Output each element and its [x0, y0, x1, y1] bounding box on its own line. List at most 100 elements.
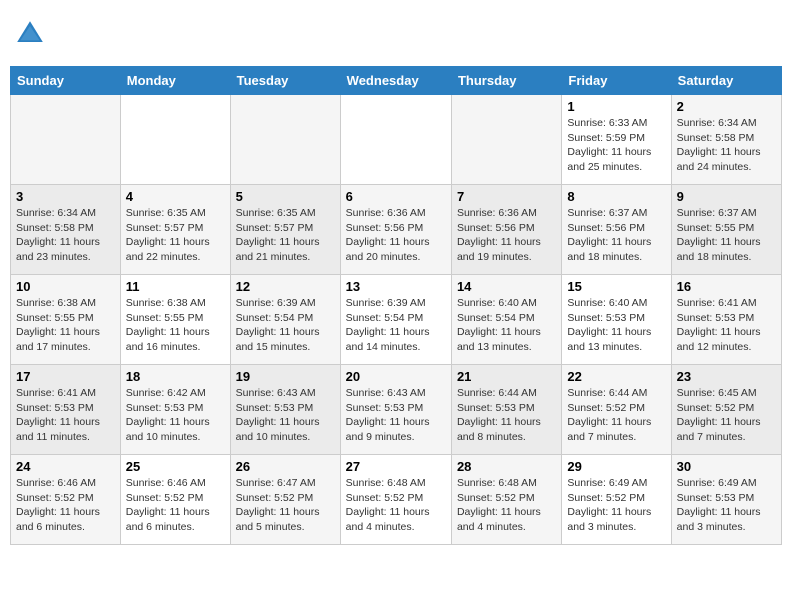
day-info: Sunrise: 6:44 AM Sunset: 5:52 PM Dayligh…: [567, 386, 665, 445]
day-info: Sunrise: 6:35 AM Sunset: 5:57 PM Dayligh…: [236, 206, 335, 265]
calendar-cell: 3 Sunrise: 6:34 AM Sunset: 5:58 PM Daylig…: [11, 185, 121, 275]
day-info: Sunrise: 6:48 AM Sunset: 5:52 PM Dayligh…: [346, 476, 446, 535]
header-tuesday: Tuesday: [230, 67, 340, 95]
day-number: 27: [346, 459, 446, 474]
day-number: 13: [346, 279, 446, 294]
calendar-cell: 21Sunrise: 6:44 AM Sunset: 5:53 PM Dayli…: [451, 365, 561, 455]
calendar-week-1: 1Sunrise: 6:33 AM Sunset: 5:59 PM Daylig…: [11, 95, 782, 185]
calendar-cell: 9 Sunrise: 6:37 AM Sunset: 5:55 PM Daylig…: [671, 185, 781, 275]
day-number: 30: [677, 459, 776, 474]
day-number: 11: [126, 279, 225, 294]
day-info: Sunrise: 6:37 AM Sunset: 5:56 PM Dayligh…: [567, 206, 665, 265]
day-info: Sunrise: 6:44 AM Sunset: 5:53 PM Dayligh…: [457, 386, 556, 445]
calendar-cell: 1Sunrise: 6:33 AM Sunset: 5:59 PM Daylig…: [562, 95, 671, 185]
day-number: 28: [457, 459, 556, 474]
day-number: 5: [236, 189, 335, 204]
calendar-cell: 5 Sunrise: 6:35 AM Sunset: 5:57 PM Daylig…: [230, 185, 340, 275]
calendar-cell: 23Sunrise: 6:45 AM Sunset: 5:52 PM Dayli…: [671, 365, 781, 455]
calendar-cell: 2Sunrise: 6:34 AM Sunset: 5:58 PM Daylig…: [671, 95, 781, 185]
calendar-cell: 8Sunrise: 6:37 AM Sunset: 5:56 PM Daylig…: [562, 185, 671, 275]
day-number: 14: [457, 279, 556, 294]
day-info: Sunrise: 6:39 AM Sunset: 5:54 PM Dayligh…: [346, 296, 446, 355]
day-number: 22: [567, 369, 665, 384]
calendar-cell: 18 Sunrise: 6:42 AM Sunset: 5:53 PM Dayli…: [120, 365, 230, 455]
day-number: 20: [346, 369, 446, 384]
calendar-cell: 22 Sunrise: 6:44 AM Sunset: 5:52 PM Dayli…: [562, 365, 671, 455]
calendar-cell: 12 Sunrise: 6:39 AM Sunset: 5:54 PM Dayli…: [230, 275, 340, 365]
day-number: 3: [16, 189, 115, 204]
calendar-cell: 13 Sunrise: 6:39 AM Sunset: 5:54 PM Dayli…: [340, 275, 451, 365]
header-row: Sunday Monday Tuesday Wednesday Thursday…: [11, 67, 782, 95]
day-number: 4: [126, 189, 225, 204]
day-number: 12: [236, 279, 335, 294]
calendar-cell: 17 Sunrise: 6:41 AM Sunset: 5:53 PM Dayli…: [11, 365, 121, 455]
day-number: 24: [16, 459, 115, 474]
calendar-cell: 20Sunrise: 6:43 AM Sunset: 5:53 PM Dayli…: [340, 365, 451, 455]
day-info: Sunrise: 6:36 AM Sunset: 5:56 PM Dayligh…: [346, 206, 446, 265]
calendar-cell: 15 Sunrise: 6:40 AM Sunset: 5:53 PM Dayli…: [562, 275, 671, 365]
day-number: 18: [126, 369, 225, 384]
calendar-cell: [340, 95, 451, 185]
calendar-cell: 4 Sunrise: 6:35 AM Sunset: 5:57 PM Daylig…: [120, 185, 230, 275]
calendar-cell: 25 Sunrise: 6:46 AM Sunset: 5:52 PM Dayli…: [120, 455, 230, 545]
header-monday: Monday: [120, 67, 230, 95]
day-info: Sunrise: 6:38 AM Sunset: 5:55 PM Dayligh…: [126, 296, 225, 355]
header-sunday: Sunday: [11, 67, 121, 95]
calendar-cell: 24 Sunrise: 6:46 AM Sunset: 5:52 PM Dayli…: [11, 455, 121, 545]
day-info: Sunrise: 6:34 AM Sunset: 5:58 PM Dayligh…: [677, 116, 776, 175]
day-info: Sunrise: 6:37 AM Sunset: 5:55 PM Dayligh…: [677, 206, 776, 265]
day-info: Sunrise: 6:34 AM Sunset: 5:58 PM Dayligh…: [16, 206, 115, 265]
day-info: Sunrise: 6:41 AM Sunset: 5:53 PM Dayligh…: [677, 296, 776, 355]
day-info: Sunrise: 6:46 AM Sunset: 5:52 PM Dayligh…: [16, 476, 115, 535]
day-info: Sunrise: 6:36 AM Sunset: 5:56 PM Dayligh…: [457, 206, 556, 265]
calendar-cell: 10Sunrise: 6:38 AM Sunset: 5:55 PM Dayli…: [11, 275, 121, 365]
day-number: 26: [236, 459, 335, 474]
calendar-cell: [451, 95, 561, 185]
day-info: Sunrise: 6:40 AM Sunset: 5:53 PM Dayligh…: [567, 296, 665, 355]
day-number: 7: [457, 189, 556, 204]
calendar-header: Sunday Monday Tuesday Wednesday Thursday…: [11, 67, 782, 95]
calendar-cell: 19 Sunrise: 6:43 AM Sunset: 5:53 PM Dayli…: [230, 365, 340, 455]
logo-icon: [14, 18, 46, 50]
calendar-cell: 27 Sunrise: 6:48 AM Sunset: 5:52 PM Dayli…: [340, 455, 451, 545]
calendar-cell: 28 Sunrise: 6:48 AM Sunset: 5:52 PM Dayli…: [451, 455, 561, 545]
day-number: 6: [346, 189, 446, 204]
day-number: 15: [567, 279, 665, 294]
day-info: Sunrise: 6:49 AM Sunset: 5:53 PM Dayligh…: [677, 476, 776, 535]
day-info: Sunrise: 6:46 AM Sunset: 5:52 PM Dayligh…: [126, 476, 225, 535]
calendar-table: Sunday Monday Tuesday Wednesday Thursday…: [10, 66, 782, 545]
day-info: Sunrise: 6:41 AM Sunset: 5:53 PM Dayligh…: [16, 386, 115, 445]
day-number: 19: [236, 369, 335, 384]
calendar-cell: 11 Sunrise: 6:38 AM Sunset: 5:55 PM Dayli…: [120, 275, 230, 365]
day-number: 29: [567, 459, 665, 474]
logo: [14, 18, 50, 50]
calendar-cell: 6 Sunrise: 6:36 AM Sunset: 5:56 PM Daylig…: [340, 185, 451, 275]
day-info: Sunrise: 6:35 AM Sunset: 5:57 PM Dayligh…: [126, 206, 225, 265]
day-number: 23: [677, 369, 776, 384]
calendar-cell: 29Sunrise: 6:49 AM Sunset: 5:52 PM Dayli…: [562, 455, 671, 545]
calendar-cell: [11, 95, 121, 185]
calendar-cell: 16 Sunrise: 6:41 AM Sunset: 5:53 PM Dayli…: [671, 275, 781, 365]
day-info: Sunrise: 6:42 AM Sunset: 5:53 PM Dayligh…: [126, 386, 225, 445]
calendar-week-4: 17 Sunrise: 6:41 AM Sunset: 5:53 PM Dayli…: [11, 365, 782, 455]
calendar-week-5: 24 Sunrise: 6:46 AM Sunset: 5:52 PM Dayli…: [11, 455, 782, 545]
day-number: 9: [677, 189, 776, 204]
calendar-body: 1Sunrise: 6:33 AM Sunset: 5:59 PM Daylig…: [11, 95, 782, 545]
header-wednesday: Wednesday: [340, 67, 451, 95]
calendar-cell: [120, 95, 230, 185]
page-header: [10, 10, 782, 58]
day-info: Sunrise: 6:39 AM Sunset: 5:54 PM Dayligh…: [236, 296, 335, 355]
day-number: 16: [677, 279, 776, 294]
calendar-cell: [230, 95, 340, 185]
day-number: 17: [16, 369, 115, 384]
calendar-week-2: 3 Sunrise: 6:34 AM Sunset: 5:58 PM Daylig…: [11, 185, 782, 275]
day-info: Sunrise: 6:43 AM Sunset: 5:53 PM Dayligh…: [236, 386, 335, 445]
day-info: Sunrise: 6:48 AM Sunset: 5:52 PM Dayligh…: [457, 476, 556, 535]
header-friday: Friday: [562, 67, 671, 95]
calendar-cell: 14 Sunrise: 6:40 AM Sunset: 5:54 PM Dayli…: [451, 275, 561, 365]
calendar-cell: 30 Sunrise: 6:49 AM Sunset: 5:53 PM Dayli…: [671, 455, 781, 545]
day-info: Sunrise: 6:40 AM Sunset: 5:54 PM Dayligh…: [457, 296, 556, 355]
day-number: 25: [126, 459, 225, 474]
day-info: Sunrise: 6:33 AM Sunset: 5:59 PM Dayligh…: [567, 116, 665, 175]
calendar-cell: 26Sunrise: 6:47 AM Sunset: 5:52 PM Dayli…: [230, 455, 340, 545]
